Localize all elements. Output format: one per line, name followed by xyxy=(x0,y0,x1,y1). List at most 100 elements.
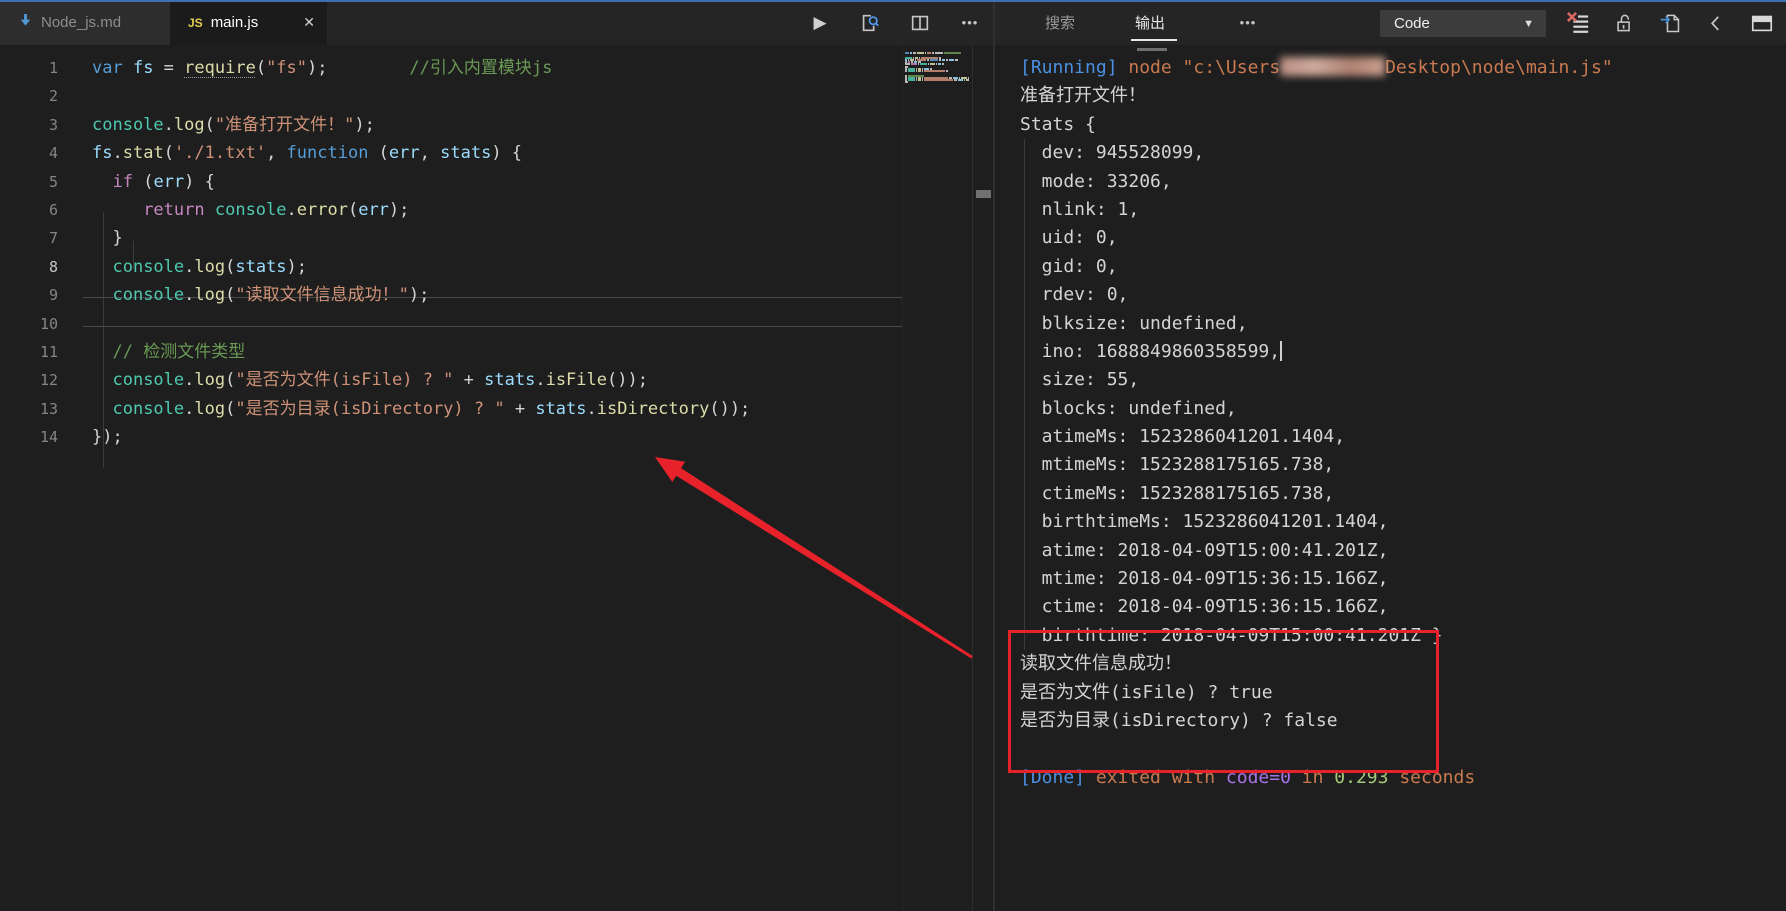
code-token: isFile xyxy=(546,370,607,390)
output-line: mtime: 2018-04-09T15:36:15.166Z, xyxy=(1020,565,1786,593)
minimap-token xyxy=(917,52,924,54)
clear-output-button[interactable] xyxy=(1563,8,1593,38)
collapse-panel-button[interactable] xyxy=(1701,8,1731,38)
minimap-token xyxy=(955,59,958,61)
code-token: "是否为文件(isFile) ? " xyxy=(235,370,453,390)
chevron-down-icon: ▼ xyxy=(1523,18,1534,30)
code-token: stats xyxy=(484,370,535,390)
tab-main-js[interactable]: JS main.js ✕ xyxy=(170,0,327,45)
line-number: 5 xyxy=(0,168,58,196)
minimap-token xyxy=(936,63,937,65)
code-token: stat xyxy=(123,143,164,163)
code-token: "fs" xyxy=(266,58,307,78)
editor-scrollbar[interactable] xyxy=(972,45,994,911)
panel-tab-search[interactable]: 搜索 xyxy=(1045,0,1075,45)
markdown-file-icon xyxy=(18,13,33,33)
line-number: 7 xyxy=(0,224,58,252)
minimap-token xyxy=(932,52,934,54)
code-token: ( xyxy=(225,370,235,390)
code-token xyxy=(92,257,112,277)
code-token: fs xyxy=(133,58,153,78)
output-line: uid: 0, xyxy=(1020,224,1786,252)
more-actions-button[interactable]: ••• xyxy=(955,8,985,38)
maximize-panel-button[interactable] xyxy=(1747,8,1777,38)
open-file-icon xyxy=(1659,12,1681,34)
code-token: ( xyxy=(225,285,235,305)
channel-selected-value: Code xyxy=(1394,15,1523,32)
code-token: ) { xyxy=(184,172,215,192)
run-code-button[interactable]: ▶ xyxy=(805,8,835,38)
code-token: . xyxy=(287,200,297,220)
output-token: 准备打开文件！ xyxy=(1020,85,1146,106)
minimap-token xyxy=(916,70,917,72)
output-token: uid: 0, xyxy=(1020,227,1118,248)
line-number: 6 xyxy=(0,196,58,224)
panel-action-icons xyxy=(1563,0,1777,45)
minimap-token xyxy=(913,52,916,54)
code-line: } xyxy=(92,224,750,252)
unlock-scroll-button[interactable] xyxy=(1609,8,1639,38)
code-line xyxy=(92,310,750,338)
minimap[interactable] xyxy=(905,52,969,84)
code-token: ( xyxy=(256,58,266,78)
code-token: stats xyxy=(440,143,491,163)
code-token: ( xyxy=(133,172,153,192)
scrollbar-handle[interactable] xyxy=(976,190,991,198)
window-top-accent xyxy=(0,0,1786,2)
code-token: ( xyxy=(348,200,358,220)
code-token xyxy=(328,58,410,78)
minimap-token xyxy=(938,63,941,65)
code-token: ); xyxy=(389,200,409,220)
minimap-token xyxy=(928,63,929,65)
minimap-token xyxy=(939,59,941,61)
panel-more-actions-button[interactable]: ••• xyxy=(1233,0,1263,45)
code-line: console.log("读取文件信息成功！"); xyxy=(92,281,750,309)
code-token xyxy=(92,200,143,220)
line-number: 4 xyxy=(0,139,58,167)
minimap-token xyxy=(925,52,926,54)
minimap-token xyxy=(958,79,963,81)
minimap-token xyxy=(918,79,921,81)
minimap-token xyxy=(949,59,954,61)
censored-text xyxy=(1280,57,1385,76)
code-token: , xyxy=(266,143,286,163)
ellipsis-icon: ••• xyxy=(962,15,979,30)
line-number: 2 xyxy=(0,82,58,110)
code-token: }); xyxy=(92,427,123,447)
output-line: dev: 945528099, xyxy=(1020,139,1786,167)
open-log-file-button[interactable] xyxy=(1655,8,1685,38)
code-token xyxy=(92,370,112,390)
output-token: size: 55, xyxy=(1020,369,1139,390)
code-token: console xyxy=(112,399,184,419)
tab-node-js-md[interactable]: Node_js.md xyxy=(0,0,170,45)
output-line: mode: 33206, xyxy=(1020,168,1786,196)
code-token xyxy=(205,200,215,220)
code-line: console.log("是否为目录(isDirectory) ? " + st… xyxy=(92,395,750,423)
output-line: 准备打开文件！ xyxy=(1020,82,1786,110)
line-number: 3 xyxy=(0,111,58,139)
code-token: stats xyxy=(535,399,586,419)
line-number: 1 xyxy=(0,54,58,82)
code-token: ()); xyxy=(607,370,648,390)
output-line: blocks: undefined, xyxy=(1020,395,1786,423)
code-token: var xyxy=(92,58,133,78)
output-console[interactable]: [Running] node "c:\UsersDesktop\node\mai… xyxy=(995,45,1786,911)
vscode-window: Node_js.md JS main.js ✕ ▶ xyxy=(0,0,1786,911)
code-token: return xyxy=(143,200,204,220)
output-channel-select[interactable]: Code ▼ xyxy=(1380,10,1546,37)
code-line: fs.stat('./1.txt', function (err, stats)… xyxy=(92,139,750,167)
code-token: require xyxy=(184,58,256,78)
minimap-token xyxy=(946,70,948,72)
code-token: console xyxy=(112,370,184,390)
split-editor-button[interactable] xyxy=(905,8,935,38)
open-preview-button[interactable] xyxy=(855,8,885,38)
code-line: var fs = require("fs"); //引入内置模块js xyxy=(92,54,750,82)
ellipsis-icon: ••• xyxy=(1240,15,1257,30)
close-icon[interactable]: ✕ xyxy=(303,14,315,31)
code-token xyxy=(92,285,112,305)
output-token: nlink: 1, xyxy=(1020,199,1139,220)
editor-tab-bar: Node_js.md JS main.js ✕ ▶ xyxy=(0,0,993,45)
code-token: ( xyxy=(205,115,215,135)
code-token: ( xyxy=(225,399,235,419)
code-editor[interactable]: 1234567891011121314 var fs = require("fs… xyxy=(0,45,900,911)
